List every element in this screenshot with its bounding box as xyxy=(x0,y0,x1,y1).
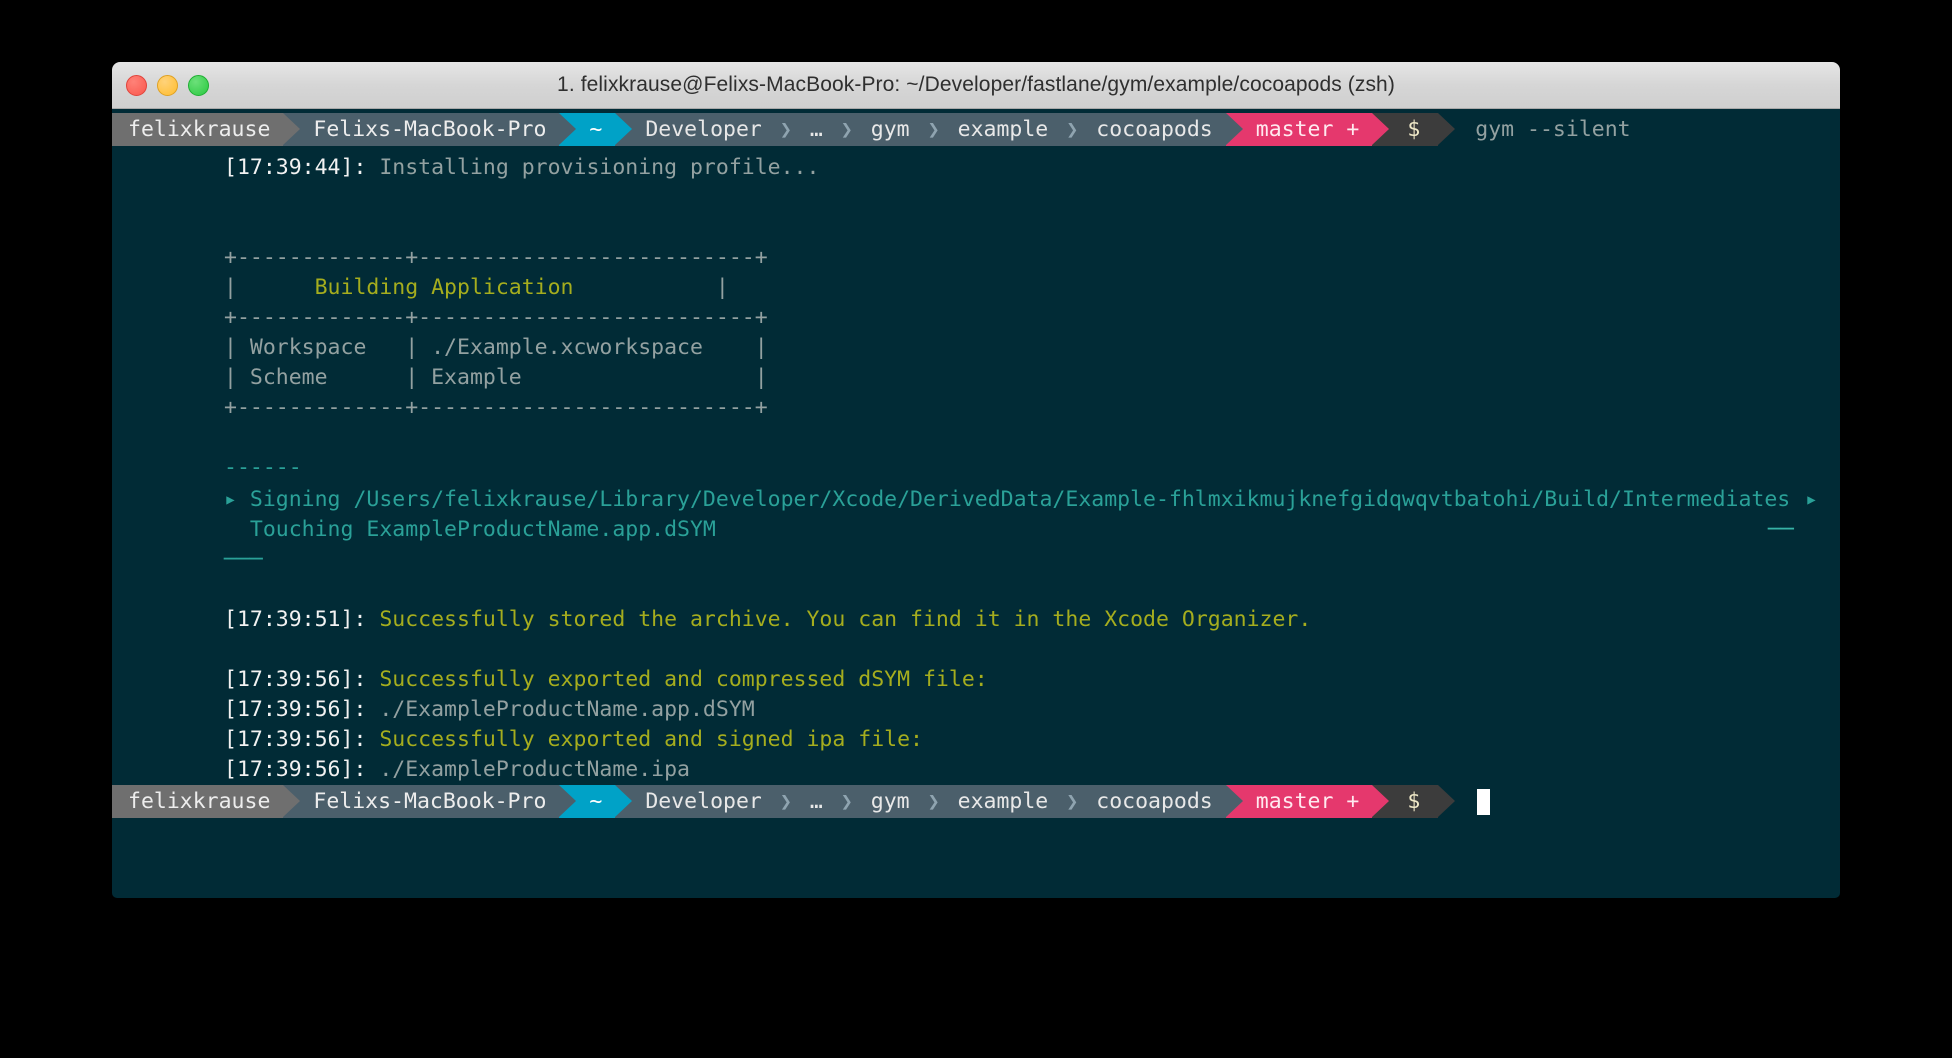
table-mid-border: +-------------+-------------------------… xyxy=(224,303,768,333)
text-cursor[interactable] xyxy=(1477,789,1490,815)
log-timestamp: [17:39:44]: xyxy=(224,155,366,180)
prompt-separator-icon xyxy=(1438,785,1455,818)
log-line-result: [17:39:56]: ./ExampleProductName.app.dSY… xyxy=(224,695,755,725)
prompt-path-example: example xyxy=(945,785,1062,818)
window-title: 1. felixkrause@Felixs-MacBook-Pro: ~/Dev… xyxy=(557,73,1395,97)
log-line-result: [17:39:51]: Successfully stored the arch… xyxy=(224,605,1311,635)
prompt-tilde: ~ xyxy=(576,113,615,146)
chevron-right-icon: ❯ xyxy=(775,785,797,818)
log-timestamp: [17:39:56]: xyxy=(224,667,366,692)
prompt-path-example: example xyxy=(945,113,1062,146)
prompt-path-cocoapods: cocoapods xyxy=(1083,113,1226,146)
chevron-right-icon: ❯ xyxy=(836,785,858,818)
log-timestamp: [17:39:56]: xyxy=(224,697,366,722)
prompt-line-top: felixkrause Felixs-MacBook-Pro ~ Develop… xyxy=(112,113,1631,146)
chevron-right-icon: ❯ xyxy=(1061,113,1083,146)
chevron-right-icon: ❯ xyxy=(923,785,945,818)
signing-path: Signing /Users/felixkrause/Library/Devel… xyxy=(250,487,1790,512)
log-line-result: [17:39:56]: Successfully exported and co… xyxy=(224,665,988,695)
prompt-separator-icon xyxy=(1438,113,1455,146)
window-controls xyxy=(126,62,209,108)
table-title: Building Application xyxy=(237,275,574,300)
table-top-border: +-------------+-------------------------… xyxy=(224,243,768,273)
xcpretty-touching-line: Touching ExampleProductName.app.dSYM xyxy=(224,515,716,545)
prompt-dollar-sign: $ xyxy=(1389,785,1438,818)
table-row: | Scheme | Example | xyxy=(224,363,768,393)
log-timestamp: [17:39:56]: xyxy=(224,757,366,782)
xcpretty-right-dashes: ── xyxy=(1768,515,1794,545)
log-timestamp: [17:39:51]: xyxy=(224,607,366,632)
chevron-right-icon: ❯ xyxy=(775,113,797,146)
log-line-installing: [17:39:44]: Installing provisioning prof… xyxy=(224,153,819,183)
table-bottom-border: +-------------+-------------------------… xyxy=(224,393,768,423)
xcpretty-dashes-bottom: ─── xyxy=(224,545,263,575)
prompt-path-ellipsis: … xyxy=(797,785,836,818)
chevron-right-icon: ❯ xyxy=(1061,785,1083,818)
log-message: Successfully exported and compressed dSY… xyxy=(366,667,987,692)
table-border-left: | xyxy=(224,275,237,300)
table-border-right: | xyxy=(574,275,729,300)
log-line-result: [17:39:56]: ./ExampleProductName.ipa xyxy=(224,755,690,785)
log-message: Successfully stored the archive. You can… xyxy=(366,607,1311,632)
xcpretty-signing-line: ▸ Signing /Users/felixkrause/Library/Dev… xyxy=(224,485,1790,515)
window-titlebar[interactable]: 1. felixkrause@Felixs-MacBook-Pro: ~/Dev… xyxy=(112,62,1840,109)
signing-overflow-icon: ▸ xyxy=(1805,485,1818,515)
prompt-host: Felixs-MacBook-Pro xyxy=(300,785,559,818)
prompt-path-gym: gym xyxy=(858,785,923,818)
prompt-path-ellipsis: … xyxy=(797,113,836,146)
prompt-separator-icon xyxy=(615,113,632,146)
close-button[interactable] xyxy=(126,75,147,96)
prompt-host: Felixs-MacBook-Pro xyxy=(300,113,559,146)
table-title-row: | Building Application | xyxy=(224,273,729,303)
log-message: Installing provisioning profile... xyxy=(366,155,819,180)
chevron-right-icon: ❯ xyxy=(923,113,945,146)
log-line-result: [17:39:56]: Successfully exported and si… xyxy=(224,725,923,755)
log-timestamp: [17:39:56]: xyxy=(224,727,366,752)
prompt-separator-icon xyxy=(559,785,576,818)
log-message: ./ExampleProductName.app.dSYM xyxy=(366,697,754,722)
prompt-separator-icon xyxy=(1372,785,1389,818)
prompt-dollar-sign: $ xyxy=(1389,113,1438,146)
prompt-path-gym: gym xyxy=(858,113,923,146)
signing-marker-icon: ▸ xyxy=(224,487,250,512)
prompt-tilde: ~ xyxy=(576,785,615,818)
prompt-separator-icon xyxy=(283,113,300,146)
zoom-button[interactable] xyxy=(188,75,209,96)
log-message: Successfully exported and signed ipa fil… xyxy=(366,727,923,752)
prompt-user: felixkrause xyxy=(112,113,283,146)
prompt-path-cocoapods: cocoapods xyxy=(1083,785,1226,818)
prompt-separator-icon xyxy=(559,113,576,146)
command-text: gym --silent xyxy=(1455,113,1630,146)
prompt-git-branch: master + xyxy=(1243,785,1373,818)
terminal-body[interactable]: felixkrause Felixs-MacBook-Pro ~ Develop… xyxy=(112,109,1840,898)
table-row: | Workspace | ./Example.xcworkspace | xyxy=(224,333,768,363)
xcpretty-dashes-top: ------ xyxy=(224,453,302,483)
minimize-button[interactable] xyxy=(157,75,178,96)
prompt-path-developer: Developer xyxy=(632,113,775,146)
terminal-window[interactable]: 1. felixkrause@Felixs-MacBook-Pro: ~/Dev… xyxy=(112,62,1840,898)
prompt-separator-icon xyxy=(615,785,632,818)
chevron-right-icon: ❯ xyxy=(836,113,858,146)
prompt-line-bottom[interactable]: felixkrause Felixs-MacBook-Pro ~ Develop… xyxy=(112,785,1490,818)
prompt-separator-icon xyxy=(1372,113,1389,146)
log-message: ./ExampleProductName.ipa xyxy=(366,757,690,782)
prompt-git-branch: master + xyxy=(1243,113,1373,146)
prompt-separator-icon xyxy=(1226,785,1243,818)
prompt-user: felixkrause xyxy=(112,785,283,818)
prompt-separator-icon xyxy=(1226,113,1243,146)
prompt-path-developer: Developer xyxy=(632,785,775,818)
prompt-separator-icon xyxy=(283,785,300,818)
